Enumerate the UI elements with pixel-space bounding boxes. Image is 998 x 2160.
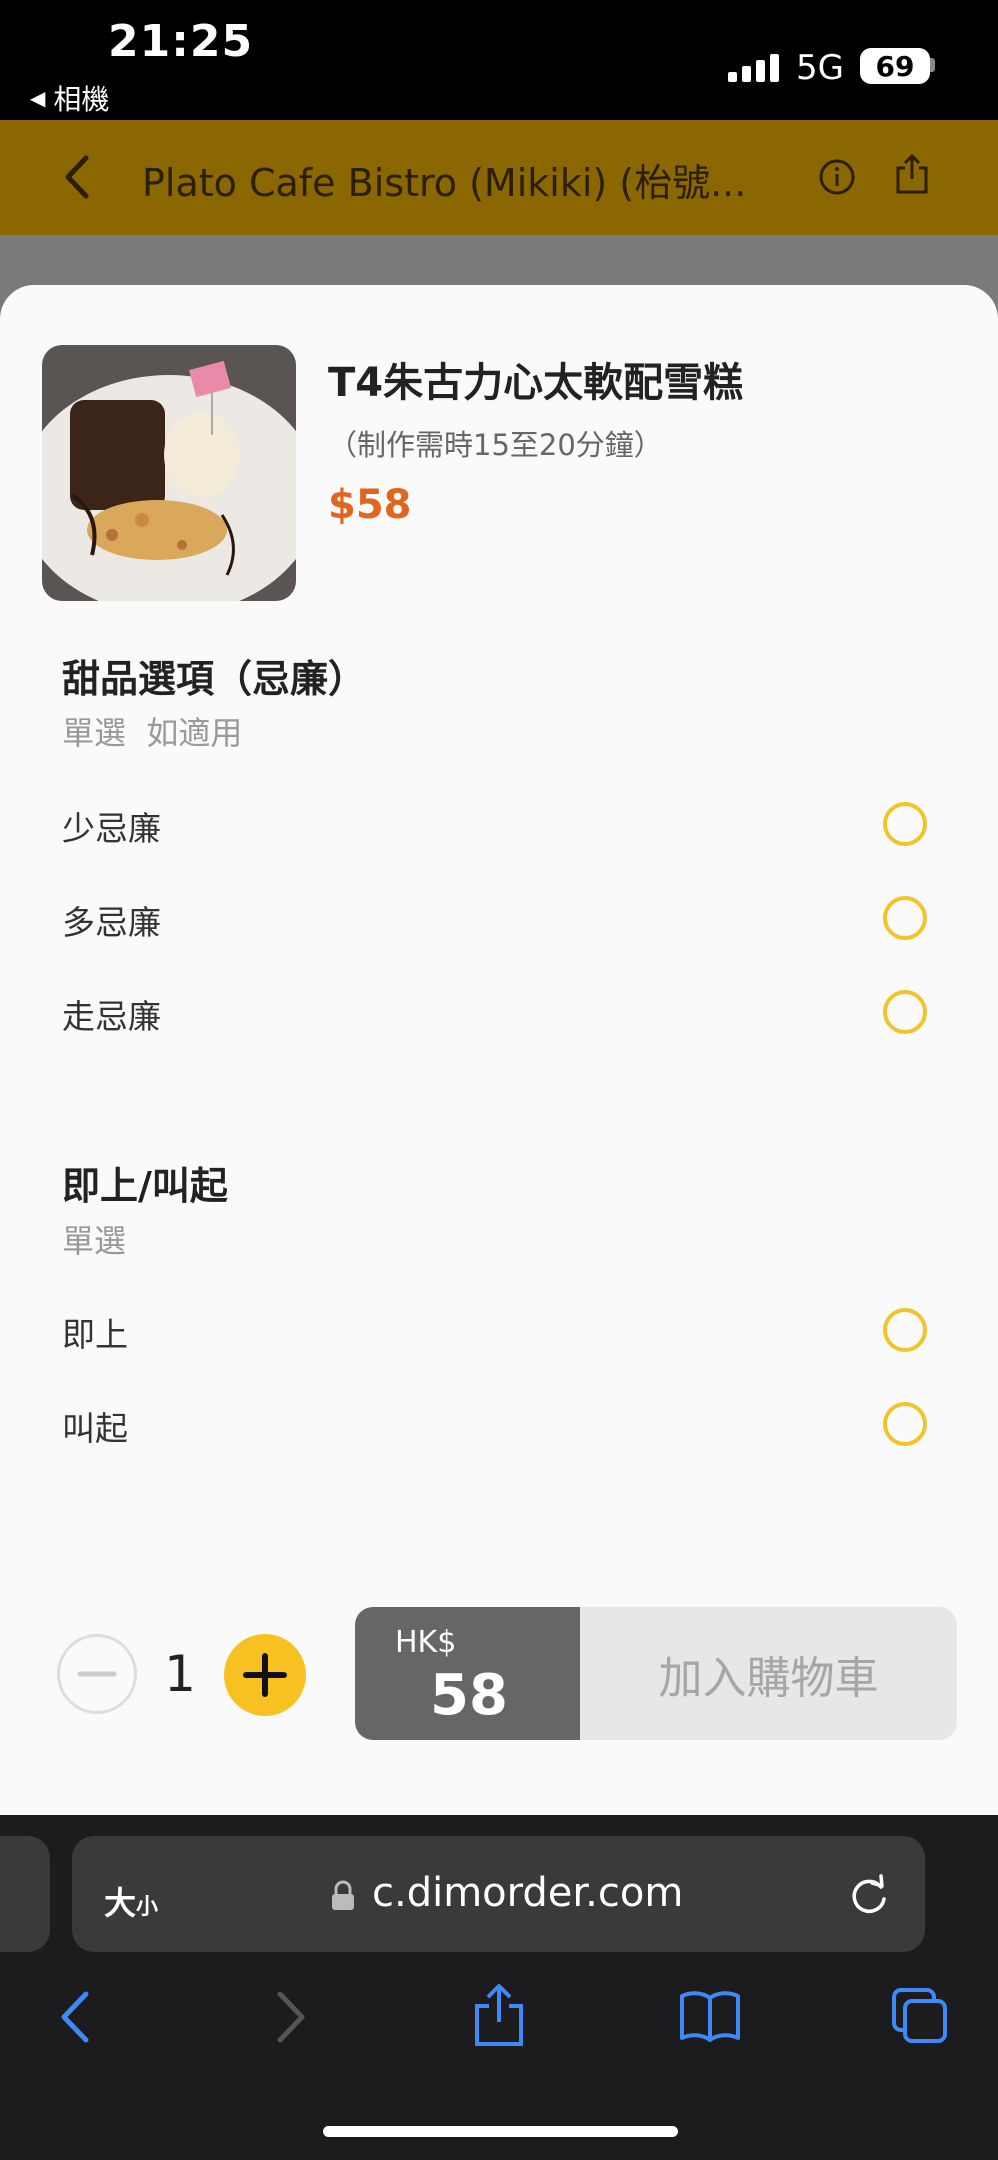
- bookmarks-icon[interactable]: [678, 1990, 742, 2042]
- url-text: c.dimorder.com: [372, 1870, 684, 1916]
- text-size-small: 小: [136, 1895, 159, 1920]
- total-price: 58: [430, 1663, 508, 1728]
- option-label: 少忌廉: [62, 809, 161, 848]
- share-icon[interactable]: [893, 152, 931, 196]
- back-app-label: 相機: [53, 83, 110, 116]
- status-time: 21:25: [108, 16, 254, 67]
- option-radio[interactable]: [883, 990, 927, 1034]
- share-icon[interactable]: [472, 1982, 526, 2048]
- plus-icon: [243, 1653, 287, 1697]
- network-type: 5G: [796, 48, 844, 88]
- restaurant-title: Plato Cafe Bistro (Mikiki) (枱號...: [142, 161, 747, 205]
- battery-tip: [930, 58, 935, 72]
- option-radio[interactable]: [883, 896, 927, 940]
- lock-icon: [332, 1880, 354, 1910]
- option-label: 叫起: [62, 1409, 128, 1448]
- text-size-button[interactable]: 大小: [104, 1878, 158, 1924]
- quantity-value: 1: [164, 1645, 196, 1703]
- option-radio[interactable]: [883, 1402, 927, 1446]
- option-group-subtitle: 單選 如適用: [62, 714, 243, 752]
- item-name: T4朱古力心太軟配雪糕: [328, 360, 744, 406]
- home-indicator[interactable]: [323, 2126, 678, 2137]
- option-radio[interactable]: [883, 1308, 927, 1352]
- back-arrow-icon[interactable]: [58, 1990, 92, 2044]
- cellular-signal-icon: [728, 52, 779, 82]
- option-label: 即上: [62, 1315, 128, 1354]
- option-group-title: 即上/叫起: [62, 1164, 228, 1208]
- item-photo: [42, 345, 296, 601]
- add-to-cart-button[interactable]: 加入購物車: [580, 1607, 957, 1740]
- info-icon[interactable]: [818, 158, 856, 196]
- item-price: $58: [328, 482, 412, 528]
- back-to-app-link[interactable]: ◀ 相機: [30, 78, 109, 118]
- reload-icon[interactable]: [848, 1873, 890, 1917]
- text-size-big: 大: [104, 1884, 137, 1922]
- back-arrow-icon[interactable]: [62, 152, 92, 202]
- previous-tab-edge[interactable]: [0, 1836, 50, 1952]
- battery-icon: 69: [860, 48, 930, 84]
- forward-arrow-icon[interactable]: [274, 1990, 308, 2044]
- back-triangle-icon: ◀: [30, 86, 46, 110]
- option-label: 走忌廉: [62, 997, 161, 1036]
- option-group-subtitle: 單選: [62, 1222, 127, 1260]
- item-prep-note: （制作需時15至20分鐘）: [328, 428, 663, 462]
- total-currency: HK$: [395, 1625, 457, 1660]
- option-label: 多忌廉: [62, 903, 161, 942]
- option-radio[interactable]: [883, 802, 927, 846]
- quantity-increase-button[interactable]: [224, 1634, 306, 1716]
- option-group-title: 甜品選項（忌廉）: [62, 657, 367, 701]
- quantity-decrease-button[interactable]: [57, 1634, 137, 1714]
- tabs-icon[interactable]: [890, 1986, 950, 2046]
- minus-icon: [77, 1671, 117, 1677]
